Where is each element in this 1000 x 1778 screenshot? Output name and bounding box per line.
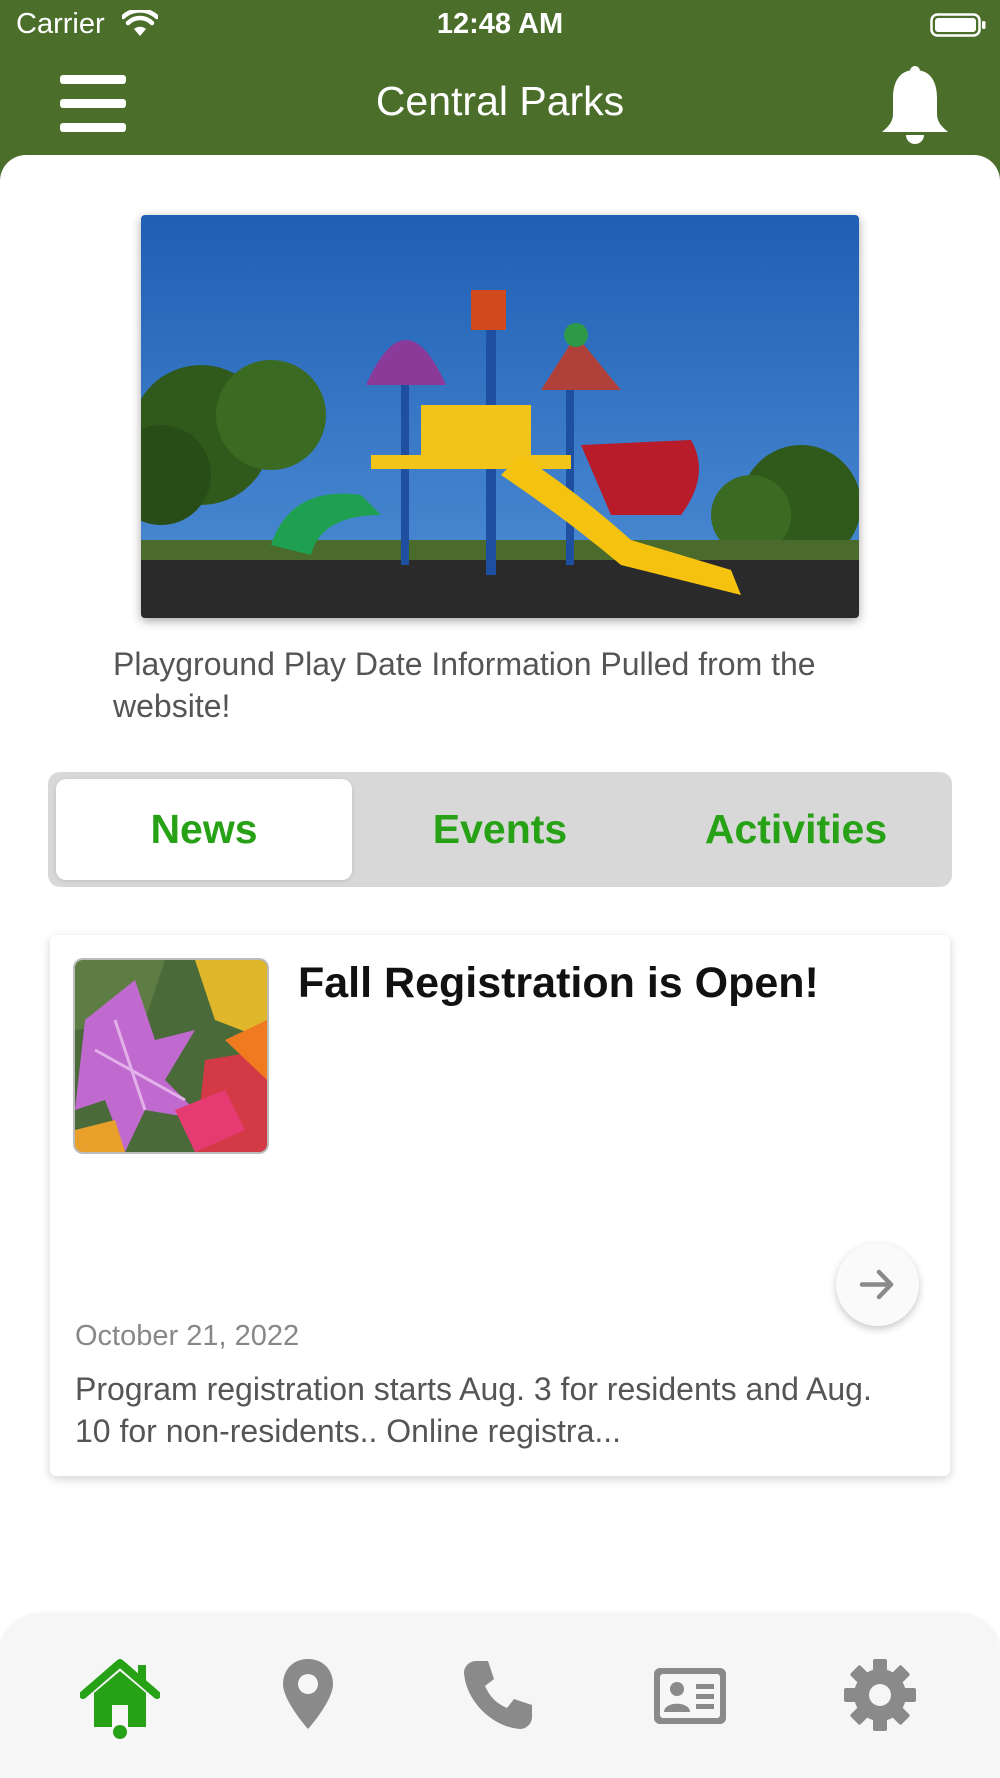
tab-activities[interactable]: Activities	[648, 779, 944, 880]
page-title: Central Parks	[375, 78, 625, 124]
status-bar: Carrier 12:48 AM	[0, 0, 1000, 52]
tab-settings[interactable]	[840, 1655, 920, 1735]
phone-icon	[464, 1661, 532, 1729]
arrow-right-icon	[859, 1269, 894, 1300]
selected-tab-indicator	[113, 1725, 127, 1739]
bottom-tab-bar	[0, 1615, 1000, 1778]
home-icon	[79, 1659, 161, 1727]
playground-photo	[141, 215, 859, 618]
autumn-leaves-image	[75, 960, 267, 1152]
tab-contacts[interactable]	[650, 1655, 730, 1735]
location-pin-icon	[283, 1659, 333, 1729]
gear-icon	[844, 1659, 916, 1731]
segmented-control: News Events Activities	[48, 772, 952, 887]
news-card[interactable]: Fall Registration is Open! October 21, 2…	[50, 935, 950, 1476]
contact-card-icon	[654, 1668, 726, 1724]
news-date: October 21, 2022	[75, 1320, 300, 1352]
nav-bar: Central Parks	[0, 52, 1000, 156]
tab-home[interactable]	[79, 1655, 161, 1735]
hero-image	[141, 215, 859, 618]
news-summary: Program registration starts Aug. 3 for r…	[75, 1371, 872, 1449]
news-title: Fall Registration is Open!	[298, 959, 819, 1007]
tab-events[interactable]: Events	[352, 779, 648, 880]
hero-caption: Playground Play Date Information Pulled …	[113, 646, 816, 724]
main-content: Playground Play Date Information Pulled …	[0, 155, 1000, 1778]
battery-icon	[930, 13, 986, 37]
bell-icon[interactable]	[878, 64, 952, 146]
clock-time: 12:48 AM	[436, 8, 564, 40]
news-open-button[interactable]	[836, 1243, 919, 1326]
tab-locations[interactable]	[268, 1655, 348, 1735]
tab-news[interactable]: News	[56, 779, 352, 880]
tab-phone[interactable]	[458, 1655, 538, 1735]
news-thumbnail	[75, 960, 267, 1152]
